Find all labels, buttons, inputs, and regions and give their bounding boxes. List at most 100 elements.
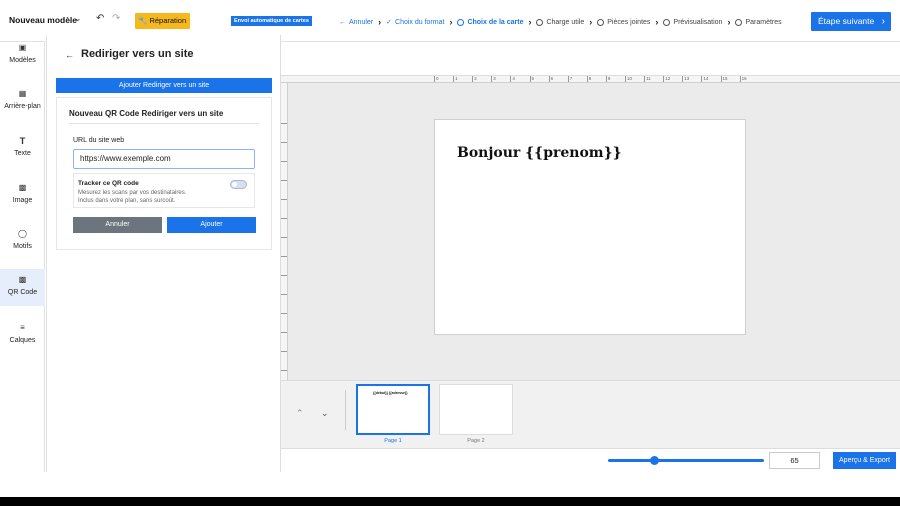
sidebar-item-templates[interactable]: ▣ Modèles — [0, 42, 45, 79]
repair-button[interactable]: 🔧 Réparation — [135, 13, 190, 29]
step-preview[interactable]: Prévisualisation — [663, 18, 723, 26]
templates-icon: ▣ — [18, 43, 27, 52]
step-card[interactable]: Choix de la carte — [457, 18, 523, 26]
sidebar-item-qr-code[interactable]: ▩ QR Code — [0, 269, 45, 306]
ruler-tick-label: 4 — [510, 76, 515, 82]
chevron-right-icon: › — [449, 17, 453, 27]
ruler-tick — [281, 256, 287, 257]
arrow-left-icon[interactable]: ← — [65, 50, 74, 60]
ruler-tick-label: 9 — [605, 76, 611, 82]
sidebar: ▣ Modèles ▦ Arrière-plan T Texte ▩ Image… — [0, 42, 45, 472]
ruler-tick — [281, 123, 287, 124]
preview-export-button[interactable]: Aperçu & Export — [833, 452, 896, 469]
step-label: Pièces jointes — [607, 18, 651, 26]
thumbnail-text: {{début}} {{adresse}} — [373, 391, 408, 395]
tracker-toggle[interactable] — [230, 180, 247, 189]
ruler-tick — [281, 180, 287, 181]
template-title[interactable]: Nouveau modèle — [9, 15, 77, 25]
step-label: Paramètres — [745, 18, 782, 26]
sidebar-item-image[interactable]: ▩ Image — [0, 182, 45, 219]
add-redirect-button[interactable]: Ajouter Rediriger vers un site — [56, 78, 272, 93]
ruler-tick — [281, 351, 287, 352]
redo-icon[interactable]: ↷ — [112, 13, 120, 24]
step-format[interactable]: ✓ Choix du format — [386, 18, 445, 27]
auto-send-badge: Envoi automatique de cartes — [231, 16, 312, 26]
new-qr-card: Nouveau QR Code Rediriger vers un site U… — [56, 97, 272, 250]
next-step-button[interactable]: Étape suivante › — [811, 12, 891, 31]
step-attachments[interactable]: Pièces jointes — [597, 18, 651, 26]
panel-title: Rediriger vers un site — [81, 48, 194, 60]
circle-icon — [536, 18, 544, 26]
tracker-box: Tracker ce QR code Mesurez les scans par… — [73, 173, 255, 208]
ruler-tick — [281, 275, 287, 276]
layers-icon: ≡ — [20, 323, 25, 332]
image-icon: ▩ — [18, 183, 27, 192]
undo-icon[interactable]: ↶ — [96, 13, 104, 24]
ruler-tick-label: 0 — [434, 76, 439, 82]
circle-icon — [735, 18, 743, 26]
sidebar-item-label: Arrière-plan — [4, 103, 41, 110]
chevron-up-icon[interactable]: ⌃ — [296, 408, 304, 419]
ruler-tick — [281, 218, 287, 219]
chevron-right-icon: › — [528, 17, 532, 27]
ruler-top: 0 1 2 3 4 5 6 7 8 9 10 11 12 13 14 15 16 — [281, 76, 900, 83]
cancel-button[interactable]: Annuler — [73, 217, 162, 233]
zoom-value-input[interactable]: 65 — [769, 452, 820, 469]
ruler-tick-label: 15 — [720, 76, 728, 82]
ruler-tick-label: 14 — [701, 76, 709, 82]
circle-icon — [597, 18, 605, 26]
sidebar-item-background[interactable]: ▦ Arrière-plan — [0, 88, 45, 125]
card-title: Nouveau QR Code Rediriger vers un site — [69, 109, 224, 118]
ruler-tick-label: 11 — [644, 76, 651, 82]
page-thumbnail-2[interactable] — [439, 384, 513, 435]
step-label: Choix du format — [395, 18, 445, 26]
zoom-slider-track[interactable] — [608, 459, 764, 462]
step-payload[interactable]: Charge utile — [536, 18, 585, 26]
wizard-steps: ← Annuler › ✓ Choix du format › Choix de… — [339, 16, 782, 28]
circle-icon — [663, 18, 671, 26]
toolbar-area — [281, 42, 900, 76]
ruler-tick-label: 10 — [625, 76, 633, 82]
step-settings[interactable]: Paramètres — [735, 18, 782, 26]
chevron-right-icon: › — [881, 16, 885, 27]
url-label: URL du site web — [73, 137, 125, 144]
ruler-tick — [281, 161, 287, 162]
circle-icon — [457, 18, 465, 26]
check-circle-icon: ✓ — [386, 19, 393, 26]
sidebar-item-layers[interactable]: ≡ Calques — [0, 322, 45, 359]
ruler-tick-label: 5 — [529, 76, 535, 82]
add-button[interactable]: Ajouter — [167, 217, 256, 233]
chevron-down-icon[interactable]: ⌄ — [321, 408, 329, 419]
url-input[interactable]: https://www.exemple.com — [73, 149, 255, 169]
sidebar-item-label: Motifs — [13, 243, 32, 250]
ruler-tick — [281, 370, 287, 371]
ruler-tick-label: 7 — [567, 76, 573, 82]
background-icon: ▦ — [18, 89, 27, 98]
card-canvas[interactable]: Bonjour {{prenom}} — [434, 119, 746, 335]
chevron-down-icon[interactable]: ⌄ — [74, 13, 82, 24]
page-thumbnail-1[interactable]: {{début}} {{adresse}} — [356, 384, 430, 435]
tracker-title: Tracker ce QR code — [78, 180, 139, 187]
tracker-description: Inclus dans votre plan, sans surcoût. — [78, 198, 176, 204]
app-window: Nouveau modèle ⌄ ↶ ↷ 🔧 Réparation Envoi … — [0, 0, 900, 497]
step-label: Prévisualisation — [673, 18, 723, 26]
arrow-left-icon: ← — [339, 18, 346, 26]
shapes-icon: ◯ — [18, 229, 27, 238]
chevron-right-icon: › — [589, 17, 593, 27]
step-label: Charge utile — [546, 18, 585, 26]
sidebar-item-label: Modèles — [9, 57, 36, 64]
footer-area — [0, 472, 900, 497]
ruler-tick — [281, 332, 287, 333]
step-back[interactable]: ← Annuler — [339, 19, 373, 26]
ruler-tick — [281, 142, 287, 143]
chevron-right-icon: › — [378, 17, 382, 27]
text-icon: T — [19, 136, 26, 146]
ruler-left — [281, 83, 288, 390]
ruler-tick-label: 12 — [663, 76, 671, 82]
qr-code-panel: ← Rediriger vers un site Ajouter Redirig… — [46, 35, 281, 472]
ruler-tick-label: 13 — [682, 76, 690, 82]
sidebar-item-shapes[interactable]: ◯ Motifs — [0, 228, 45, 265]
canvas-text[interactable]: Bonjour {{prenom}} — [457, 145, 622, 161]
ruler-tick — [281, 199, 287, 200]
sidebar-item-text[interactable]: T Texte — [0, 135, 45, 172]
